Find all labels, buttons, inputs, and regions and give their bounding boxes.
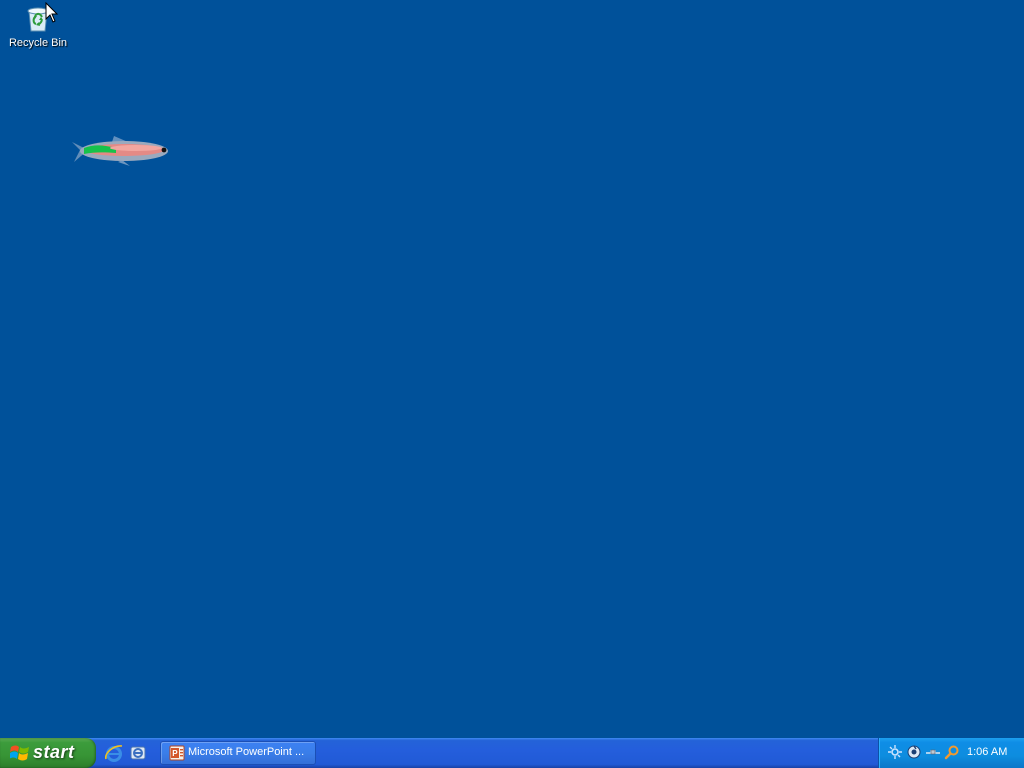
recycle-bin-icon <box>27 7 49 32</box>
start-label: start <box>33 742 75 762</box>
powerpoint-icon: P <box>169 745 185 761</box>
fish-icon <box>72 136 168 166</box>
show-desktop-icon[interactable] <box>128 743 148 763</box>
svg-text:P: P <box>172 749 178 758</box>
desktop: Recycle Bin <box>0 0 1024 738</box>
quick-launch-bar <box>104 742 148 764</box>
taskbar-button-label: Microsoft PowerPoint ... <box>188 746 305 758</box>
search-icon[interactable] <box>944 744 960 760</box>
taskbar: start P Microsoft PowerPoint ... 1:06 AM <box>0 738 1024 768</box>
start-button[interactable]: start <box>0 738 96 768</box>
internet-explorer-icon[interactable] <box>104 743 124 763</box>
desktop-icon-recycle-bin[interactable]: Recycle Bin <box>4 2 72 49</box>
taskbar-button-powerpoint[interactable]: P Microsoft PowerPoint ... <box>160 741 316 765</box>
tray-icons <box>887 744 960 760</box>
network-icon[interactable] <box>887 744 903 760</box>
volume-icon[interactable] <box>906 744 922 760</box>
tray-clock[interactable]: 1:06 AM <box>967 746 1007 758</box>
windows-flag-icon <box>10 745 29 761</box>
connection-icon[interactable] <box>925 744 941 760</box>
system-tray: 1:06 AM <box>878 738 1024 768</box>
desktop-icon-label: Recycle Bin <box>8 37 68 49</box>
